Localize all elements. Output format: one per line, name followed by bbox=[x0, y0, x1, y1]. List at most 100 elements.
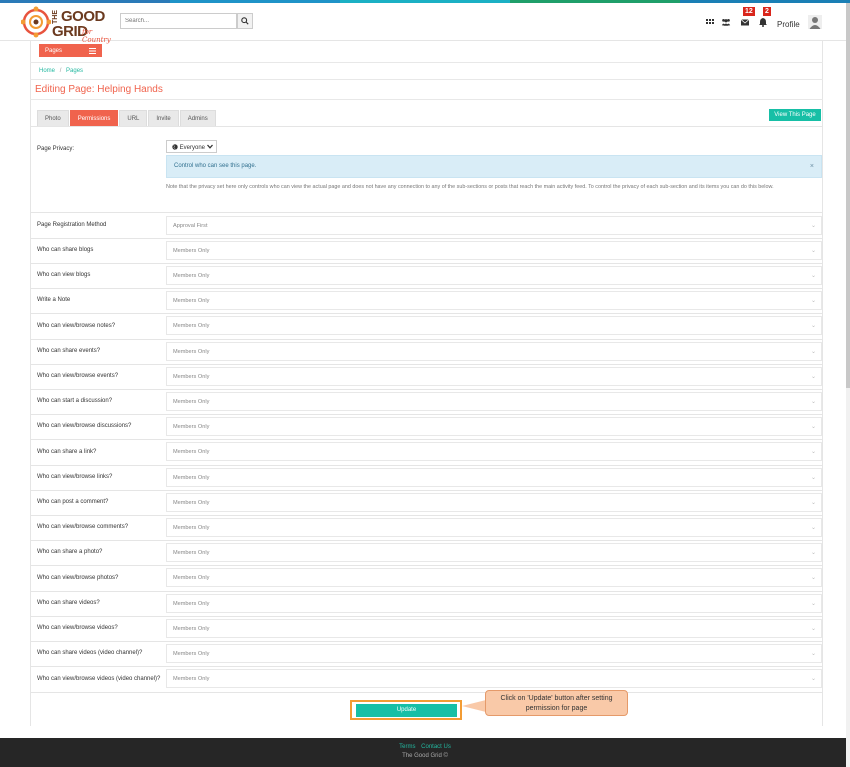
tab-url[interactable]: URL bbox=[119, 110, 148, 126]
search-button[interactable] bbox=[237, 13, 253, 29]
setting-label: Who can view blogs bbox=[37, 272, 91, 278]
row-divider bbox=[31, 616, 822, 617]
update-button[interactable]: Update bbox=[356, 704, 457, 717]
setting-select[interactable]: Approval First ⌄ bbox=[166, 216, 822, 235]
chevron-down-icon: ⌄ bbox=[810, 651, 816, 657]
row-divider bbox=[31, 540, 822, 541]
chevron-down-icon: ⌄ bbox=[810, 223, 816, 229]
setting-label: Who can start a discussion? bbox=[37, 398, 113, 404]
setting-select[interactable]: Members Only ⌄ bbox=[166, 241, 822, 260]
view-page-button[interactable]: View This Page bbox=[769, 109, 821, 121]
privacy-dropdown[interactable]: Everyone bbox=[166, 140, 217, 153]
logo-the: THE bbox=[52, 10, 59, 24]
row-divider bbox=[31, 565, 822, 566]
row-divider bbox=[31, 238, 822, 239]
setting-select[interactable]: Members Only ⌄ bbox=[166, 266, 822, 285]
avatar[interactable] bbox=[808, 15, 822, 29]
chevron-down-icon: ⌄ bbox=[810, 626, 816, 632]
setting-label: Who can view/browse photos? bbox=[37, 575, 119, 581]
pages-menu-button[interactable]: Pages bbox=[39, 44, 102, 57]
scrollbar-thumb[interactable] bbox=[846, 3, 850, 388]
setting-select[interactable]: Members Only ⌄ bbox=[166, 468, 822, 487]
chevron-down-icon: ⌄ bbox=[810, 500, 816, 506]
footer-links: Terms Contact Us bbox=[0, 744, 850, 750]
tab-photo[interactable]: Photo bbox=[37, 110, 69, 126]
chevron-down-icon: ⌄ bbox=[810, 475, 816, 481]
row-divider bbox=[31, 591, 822, 592]
chevron-down-icon: ⌄ bbox=[810, 550, 816, 556]
setting-label: Who can view/browse events? bbox=[37, 373, 119, 379]
chevron-down-icon: ⌄ bbox=[810, 424, 816, 430]
footer-contact-link[interactable]: Contact Us bbox=[421, 744, 451, 750]
setting-select[interactable]: Members Only ⌄ bbox=[166, 594, 822, 613]
footer-terms-link[interactable]: Terms bbox=[399, 744, 415, 750]
users-icon[interactable] bbox=[721, 17, 731, 27]
setting-label: Who can share videos (video channel)? bbox=[37, 650, 143, 656]
setting-value: Members Only bbox=[173, 273, 210, 279]
setting-value: Members Only bbox=[173, 601, 210, 607]
setting-select[interactable]: Members Only ⌄ bbox=[166, 342, 822, 361]
tab-admins[interactable]: Admins bbox=[179, 110, 216, 126]
chevron-down-icon: ⌄ bbox=[810, 525, 816, 531]
setting-value: Approval First bbox=[173, 223, 208, 229]
top-header: THE GOOD GRID for Country 12 2 Profile bbox=[0, 3, 850, 44]
tab-invite[interactable]: Invite bbox=[148, 110, 179, 126]
bell-icon[interactable] bbox=[758, 17, 768, 27]
breadcrumb: Home / Pages bbox=[39, 68, 83, 74]
setting-select[interactable]: Members Only ⌄ bbox=[166, 316, 822, 335]
setting-label: Who can view/browse videos (video channe… bbox=[37, 676, 161, 682]
search-input[interactable] bbox=[120, 13, 237, 29]
chevron-down-icon: ⌄ bbox=[810, 273, 816, 279]
logo[interactable]: THE GOOD GRID for Country bbox=[21, 6, 116, 44]
chevron-down-icon: ⌄ bbox=[810, 374, 816, 380]
setting-select[interactable]: Members Only ⌄ bbox=[166, 493, 822, 512]
setting-label: Who can share videos? bbox=[37, 600, 100, 606]
chevron-down-icon bbox=[206, 144, 213, 149]
setting-select[interactable]: Members Only ⌄ bbox=[166, 619, 822, 638]
setting-label: Write a Note bbox=[37, 297, 71, 303]
breadcrumb-pages[interactable]: Pages bbox=[66, 68, 83, 74]
instruction-callout: Click on 'Update' button after setting p… bbox=[485, 690, 628, 716]
chevron-down-icon: ⌄ bbox=[810, 248, 816, 254]
setting-select[interactable]: Members Only ⌄ bbox=[166, 417, 822, 436]
setting-value: Members Only bbox=[173, 449, 210, 455]
row-divider bbox=[31, 641, 822, 642]
setting-select[interactable]: Members Only ⌄ bbox=[166, 644, 822, 663]
globe-icon bbox=[172, 144, 178, 150]
setting-value: Members Only bbox=[173, 323, 210, 329]
profile-link[interactable]: Profile bbox=[777, 20, 800, 29]
close-icon[interactable]: × bbox=[810, 163, 814, 170]
settings-tabs: Photo Permissions URL Invite Admins bbox=[37, 110, 217, 126]
setting-select[interactable]: Members Only ⌄ bbox=[166, 442, 822, 461]
setting-select[interactable]: Members Only ⌄ bbox=[166, 367, 822, 386]
grid-icon[interactable] bbox=[705, 17, 715, 27]
privacy-note: Note that the privacy set here only cont… bbox=[166, 184, 774, 190]
setting-select[interactable]: Members Only ⌄ bbox=[166, 291, 822, 310]
setting-select[interactable]: Members Only ⌄ bbox=[166, 568, 822, 587]
row-divider bbox=[31, 212, 822, 213]
row-divider bbox=[31, 692, 822, 693]
setting-label: Who can view/browse videos? bbox=[37, 625, 118, 631]
row-divider bbox=[31, 389, 822, 390]
chevron-down-icon: ⌄ bbox=[810, 298, 816, 304]
breadcrumb-home[interactable]: Home bbox=[39, 68, 55, 74]
footer-copyright: The Good Grid © bbox=[402, 753, 448, 759]
row-divider bbox=[31, 465, 822, 466]
setting-select[interactable]: Members Only ⌄ bbox=[166, 392, 822, 411]
setting-select[interactable]: Members Only ⌄ bbox=[166, 669, 822, 688]
row-divider bbox=[31, 364, 822, 365]
tab-permissions[interactable]: Permissions bbox=[69, 110, 119, 126]
row-divider bbox=[31, 414, 822, 415]
user-silhouette-icon bbox=[809, 17, 821, 29]
envelope-icon[interactable] bbox=[740, 17, 750, 27]
setting-value: Members Only bbox=[173, 500, 210, 506]
setting-value: Members Only bbox=[173, 298, 210, 304]
chevron-down-icon: ⌄ bbox=[810, 676, 816, 682]
pages-menu-label: Pages bbox=[45, 47, 63, 54]
setting-select[interactable]: Members Only ⌄ bbox=[166, 518, 822, 537]
setting-value: Members Only bbox=[173, 475, 210, 481]
setting-select[interactable]: Members Only ⌄ bbox=[166, 543, 822, 562]
row-divider bbox=[31, 339, 822, 340]
row-divider bbox=[31, 515, 822, 516]
chevron-down-icon: ⌄ bbox=[810, 575, 816, 581]
